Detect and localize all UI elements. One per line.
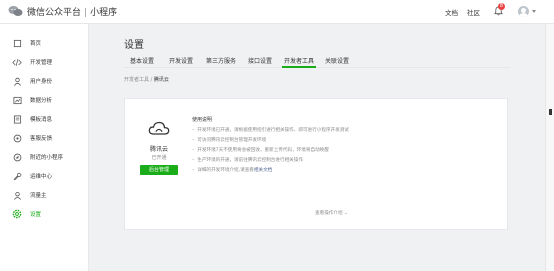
tab-related-settings[interactable]: 关联设置 bbox=[325, 56, 349, 65]
instruction-item: – 开发环境7天不使用将会被回收，重新上传代码，环境将自动唤醒 bbox=[192, 148, 329, 153]
instructions-title: 使用说明 bbox=[192, 117, 213, 123]
community-link[interactable]: 社区 bbox=[467, 7, 480, 17]
account-icon bbox=[10, 190, 24, 200]
sidebar: 首页 开发管理 用户身份 数据分析 模板消息 客服反馈 附近的小程序 运维中心 … bbox=[0, 24, 89, 271]
user-icon bbox=[10, 76, 24, 86]
sidebar-item-customer-feedback[interactable]: 客服反馈 bbox=[0, 130, 89, 146]
sidebar-item-label: 运维中心 bbox=[30, 174, 53, 180]
code-icon bbox=[10, 57, 24, 67]
sidebar-item-nearby-miniprogram[interactable]: 附近的小程序 bbox=[0, 149, 89, 165]
tab-dev-tools[interactable]: 开发者工具 bbox=[284, 56, 314, 65]
sidebar-item-label: 客服反馈 bbox=[30, 136, 53, 142]
sidebar-item-ops-center[interactable]: 运维中心 bbox=[0, 168, 89, 184]
brand-name: 微信公众平台 bbox=[27, 8, 82, 18]
main-content: 设置 基本设置 开发设置 第三方服务 接口设置 开发者工具 关联设置 开发者工具… bbox=[89, 24, 545, 271]
sidebar-item-label: 附近的小程序 bbox=[30, 155, 64, 161]
sidebar-item-data-analysis[interactable]: 数据分析 bbox=[0, 92, 89, 108]
sidebar-item-label: 开发管理 bbox=[30, 60, 53, 66]
related-docs-link[interactable]: 相关文档 bbox=[254, 168, 272, 173]
headset-icon bbox=[10, 133, 24, 143]
tab-third-party[interactable]: 第三方服务 bbox=[206, 56, 236, 65]
brand-product: 小程序 bbox=[90, 8, 118, 18]
chevron-down-icon: ⌄ bbox=[344, 211, 348, 216]
scrollbar[interactable] bbox=[545, 24, 554, 271]
sidebar-item-dev-management[interactable]: 开发管理 bbox=[0, 54, 89, 70]
avatar[interactable] bbox=[518, 6, 529, 17]
sidebar-item-settings[interactable]: 设置 bbox=[0, 206, 89, 222]
location-icon bbox=[10, 152, 24, 162]
sidebar-item-home[interactable]: 首页 bbox=[0, 35, 89, 51]
instruction-item: – 开发环境已开通，请根据使用指引进行相关操作，即可进行小程序开发测试 bbox=[192, 128, 349, 133]
breadcrumb-current: 腾讯云 bbox=[153, 77, 169, 83]
service-card: 腾讯云 已开通 后台管理 使用说明 – 开发环境已开通，请根据使用指引进行相关操作… bbox=[124, 98, 508, 230]
sidebar-item-traffic-master[interactable]: 流量主 bbox=[0, 187, 89, 203]
sidebar-item-user-identity[interactable]: 用户身份 bbox=[0, 73, 89, 89]
docs-link[interactable]: 文档 bbox=[445, 7, 458, 17]
sidebar-item-template-message[interactable]: 模板消息 bbox=[0, 111, 89, 127]
sidebar-item-label: 设置 bbox=[30, 212, 42, 218]
active-tab-indicator bbox=[282, 66, 316, 68]
sidebar-item-label: 数据分析 bbox=[30, 98, 53, 104]
service-name: 腾讯云 bbox=[149, 146, 168, 153]
gear-icon bbox=[10, 209, 24, 219]
breadcrumb-separator: / bbox=[150, 77, 153, 83]
tab-basic-settings[interactable]: 基本设置 bbox=[130, 56, 154, 65]
brand-title[interactable]: 微信公众平台 | 小程序 bbox=[27, 5, 117, 18]
tab-api-settings[interactable]: 接口设置 bbox=[248, 56, 272, 65]
sidebar-item-label: 首页 bbox=[30, 41, 42, 47]
sidebar-item-label: 模板消息 bbox=[30, 117, 53, 123]
breadcrumb: 开发者工具 / 腾讯云 bbox=[124, 76, 169, 83]
view-operation-guide-link[interactable]: 查看操作介绍 ⌄ bbox=[315, 210, 348, 216]
brand-separator: | bbox=[84, 8, 88, 18]
settings-tabs: 基本设置 开发设置 第三方服务 接口设置 开发者工具 关联设置 bbox=[124, 54, 510, 68]
wechat-logo-icon[interactable] bbox=[8, 5, 23, 17]
page-title: 设置 bbox=[124, 40, 144, 51]
instruction-item: – 可访问腾讯云控制台管理开发环境 bbox=[192, 138, 267, 143]
template-icon bbox=[10, 114, 24, 124]
cloud-icon bbox=[148, 121, 170, 135]
backend-management-button[interactable]: 后台管理 bbox=[140, 165, 178, 175]
chart-icon bbox=[10, 95, 24, 105]
home-icon bbox=[10, 38, 24, 48]
chevron-down-icon[interactable] bbox=[532, 10, 536, 13]
tab-dev-settings[interactable]: 开发设置 bbox=[169, 56, 193, 65]
sidebar-item-label: 流量主 bbox=[30, 193, 47, 199]
sidebar-item-label: 用户身份 bbox=[30, 79, 53, 85]
wrench-icon bbox=[10, 171, 24, 181]
notification-badge: 8 bbox=[498, 3, 505, 10]
view-operation-guide-label: 查看操作介绍 bbox=[315, 211, 343, 216]
instruction-item: – 详细的开发环境介绍,请查看相关文档 bbox=[192, 168, 273, 173]
service-status: 已开通 bbox=[151, 155, 167, 161]
scrollbar-thumb[interactable] bbox=[549, 109, 552, 115]
top-bar: 微信公众平台 | 小程序 文档 社区 8 bbox=[0, 0, 554, 24]
breadcrumb-parent[interactable]: 开发者工具 bbox=[124, 77, 149, 83]
instruction-item: – 生产环境的开通，请前往腾讯云控制台进行相关操作 bbox=[192, 158, 303, 163]
